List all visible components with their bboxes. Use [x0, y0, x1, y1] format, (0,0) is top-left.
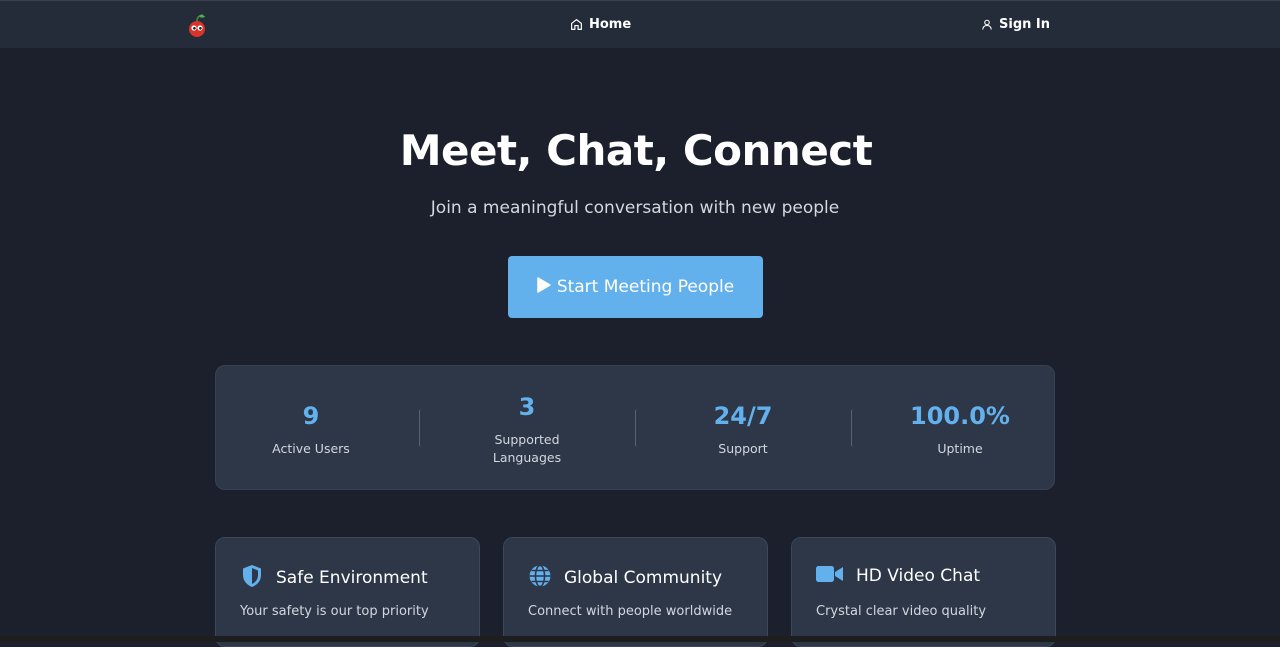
stat-supported-languages: 3 Supported Languages [432, 366, 622, 491]
stat-label: Support [718, 441, 768, 456]
stat-active-users: 9 Active Users [216, 366, 406, 491]
globe-icon [528, 564, 552, 592]
feature-title: HD Video Chat [856, 566, 981, 586]
stat-value: 3 [518, 393, 536, 421]
feature-description: Your safety is our top priority [240, 604, 429, 619]
video-camera-icon [816, 564, 844, 588]
feature-title: Safe Environment [276, 568, 428, 588]
stat-label: Active Users [272, 441, 350, 456]
hero-title: Meet, Chat, Connect [399, 126, 873, 175]
user-icon [981, 18, 993, 31]
stat-value: 9 [302, 402, 320, 430]
nav-home-label: Home [589, 17, 632, 32]
feature-description: Connect with people worldwide [528, 604, 733, 619]
play-icon [537, 276, 551, 298]
stat-value: 100.0% [910, 402, 1010, 430]
window-bottom-edge [0, 636, 1280, 642]
start-meeting-button[interactable]: Start Meeting People [508, 256, 763, 318]
feature-card-global-community: Global Community Connect with people wor… [503, 537, 768, 647]
nav-signin-label: Sign In [999, 17, 1050, 32]
feature-description: Crystal clear video quality [816, 604, 987, 619]
feature-card-hd-video-chat: HD Video Chat Crystal clear video qualit… [791, 537, 1056, 647]
stat-divider [635, 410, 636, 446]
feature-card-safe-environment: Safe Environment Your safety is our top … [215, 537, 480, 647]
stats-panel: 9 Active Users 3 Supported Languages 24/… [215, 365, 1055, 490]
feature-title: Global Community [564, 568, 723, 588]
stat-uptime: 100.0% Uptime [865, 366, 1055, 491]
hero-subtitle: Join a meaningful conversation with new … [430, 198, 840, 218]
home-icon [570, 18, 583, 31]
start-meeting-label: Start Meeting People [556, 277, 735, 297]
stat-label: Supported Languages [492, 432, 562, 465]
cherry-logo-icon[interactable] [186, 14, 208, 38]
stat-value: 24/7 [713, 402, 773, 430]
nav-signin-link[interactable]: Sign In [981, 17, 1050, 32]
shield-icon [240, 564, 264, 592]
stat-label: Uptime [937, 441, 983, 456]
top-navbar: Home Sign In [0, 0, 1280, 48]
stat-divider [419, 410, 420, 446]
stat-support: 24/7 Support [648, 366, 838, 491]
nav-home-link[interactable]: Home [570, 17, 631, 32]
stat-divider [851, 410, 852, 446]
